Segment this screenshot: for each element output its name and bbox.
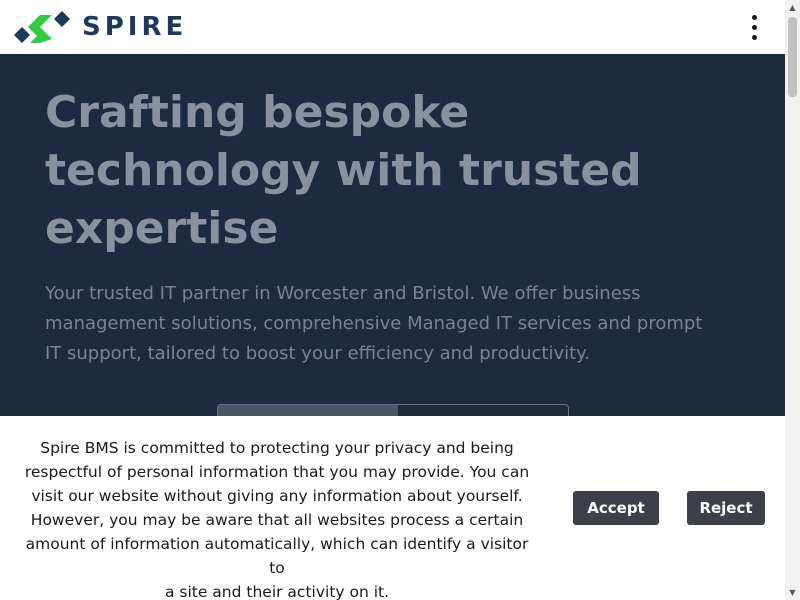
hero-title-line: expertise (45, 203, 279, 254)
site-header: SPIRE (0, 0, 785, 54)
hero-title: Crafting bespoke technology with trusted… (45, 84, 745, 258)
kebab-menu-icon (751, 24, 757, 30)
cookie-text-line: amount of information automatically, whi… (25, 535, 529, 577)
cookie-consent-text: Spire BMS is committed to protecting you… (18, 436, 536, 600)
cookie-text-line: respectful of personal information that … (24, 463, 530, 481)
accept-cookies-button[interactable]: Accept (573, 491, 659, 525)
kebab-menu-icon (751, 34, 757, 40)
reject-cookies-button[interactable]: Reject (687, 491, 765, 525)
hero-title-line: technology with trusted (45, 145, 642, 196)
cookie-text-line: Spire BMS is committed to protecting you… (40, 439, 514, 457)
cookie-text-line: visit our website without giving any inf… (31, 487, 523, 505)
hero-subtitle-line: management solutions, comprehensive Mana… (45, 313, 703, 334)
hero-subtitle-line: IT support, tailored to boost your effic… (45, 343, 590, 364)
page-viewport: SPIRE Crafting bespoke technology with t… (0, 0, 785, 600)
cookie-consent-banner: Spire BMS is committed to protecting you… (0, 416, 785, 600)
scroll-thumb[interactable] (788, 17, 797, 97)
spire-logo-icon (14, 11, 70, 43)
kebab-menu-icon (751, 14, 757, 20)
cookie-text-line: However, you may be aware that all websi… (30, 511, 524, 529)
scroll-up-arrow-icon[interactable]: ▲ (785, 0, 800, 15)
hero-subtitle-line: Your trusted IT partner in Worcester and… (45, 283, 641, 304)
hero-subtitle: Your trusted IT partner in Worcester and… (45, 279, 755, 369)
vertical-scrollbar[interactable]: ▲ ▼ (785, 0, 800, 600)
logo-text: SPIRE (82, 12, 188, 42)
scroll-down-arrow-icon[interactable]: ▼ (785, 585, 800, 600)
cookie-text-line: a site and their activity on it. (164, 583, 390, 600)
kebab-menu-button[interactable] (740, 10, 768, 44)
spire-logo[interactable]: SPIRE (12, 8, 187, 46)
hero-title-line: Crafting bespoke (45, 87, 470, 138)
